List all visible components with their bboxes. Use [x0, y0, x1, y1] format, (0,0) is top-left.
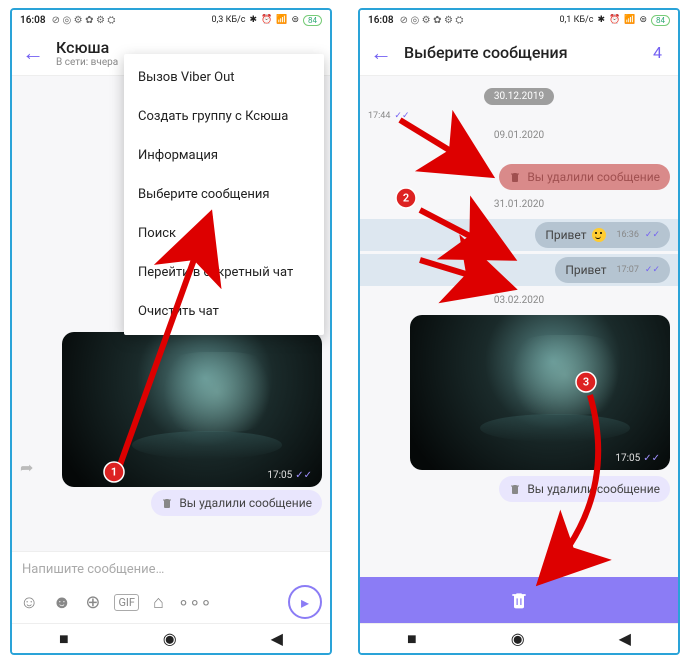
signal-icon: 📶 [276, 15, 287, 25]
date-label: 31.01.2020 [484, 196, 554, 213]
image-time: 17:05✓✓ [615, 453, 660, 464]
message-selected[interactable]: Привет 16:36 ✓✓ [535, 222, 670, 248]
camera-icon[interactable]: ⊕ [85, 592, 100, 613]
wifi-icon: ⊜ [639, 15, 647, 25]
selection-title: Выберите сообщения [404, 43, 568, 62]
msg-meta: 17:44✓✓ [368, 111, 670, 121]
status-time: 16:08 [20, 15, 46, 26]
battery-indicator: 84 [651, 15, 670, 26]
menu-call-viber-out[interactable]: Вызов Viber Out [124, 58, 324, 97]
trash-icon [161, 497, 173, 509]
nav-back[interactable]: ◀ [271, 629, 283, 648]
data-rate: 0,3 КБ/с [211, 15, 245, 25]
data-rate: 0,1 КБ/с [559, 15, 593, 25]
menu-secret-chat[interactable]: Перейти в секретный чат [124, 253, 324, 292]
gif-icon[interactable]: GIF [114, 594, 139, 611]
more-icon[interactable]: ∘∘∘ [178, 592, 212, 613]
share-icon[interactable]: ➦ [20, 458, 33, 477]
selection-count: 4 [653, 43, 668, 62]
nav-bar: ■ ◉ ◀ [360, 623, 678, 653]
wifi-icon: ⊜ [291, 15, 299, 25]
date-chip: 30.12.2019 [484, 88, 554, 105]
bluetooth-icon: ✱ [597, 15, 605, 25]
nav-recents[interactable]: ■ [59, 629, 69, 649]
chat-area: ➦ 17:05✓✓ Вы удалили сообщение [12, 320, 330, 549]
date-label: 09.01.2020 [484, 127, 554, 144]
chat-area: 30.12.2019 17:44✓✓ 09.01.2020 Вы удалили… [360, 76, 678, 577]
alarm-icon: ⏰ [261, 15, 272, 25]
status-icons-left: ⊘ ◎ ⚙ ✿ ⚙ ⛭ [400, 15, 464, 26]
nav-recents[interactable]: ■ [407, 629, 417, 649]
emoji-icon[interactable]: ☻ [52, 592, 71, 613]
message-input[interactable]: Напишите сообщение… [20, 558, 322, 585]
status-icons-left: ⊘ ◎ ⚙ ✿ ⚙ ⛭ [52, 15, 116, 26]
image-message[interactable]: 17:05✓✓ [410, 315, 670, 470]
status-bar: 16:08 ⊘ ◎ ⚙ ✿ ⚙ ⛭ 0,3 КБ/с ✱ ⏰ 📶 ⊜ 84 [12, 10, 330, 30]
deleted-message: Вы удалили сообщение [151, 490, 322, 516]
trash-icon [509, 171, 521, 183]
menu-clear-chat[interactable]: Очистить чат [124, 292, 324, 331]
status-right: 0,3 КБ/с ✱ ⏰ 📶 ⊜ 84 [211, 15, 322, 26]
trash-icon [509, 483, 521, 495]
send-button[interactable]: ▸ [288, 585, 322, 619]
phone-screenshot-right: 16:08 ⊘ ◎ ⚙ ✿ ⚙ ⛭ 0,1 КБ/с ✱ ⏰ 📶 ⊜ 84 ← … [358, 8, 680, 655]
status-right: 0,1 КБ/с ✱ ⏰ 📶 ⊜ 84 [559, 15, 670, 26]
menu-create-group[interactable]: Создать группу с Ксюша [124, 97, 324, 136]
back-button[interactable]: ← [22, 40, 44, 66]
overflow-menu: Вызов Viber Out Создать группу с Ксюша И… [124, 54, 324, 335]
composer: Напишите сообщение… ☺ ☻ ⊕ GIF ⌂ ∘∘∘ ▸ [12, 551, 330, 623]
signal-icon: 📶 [624, 15, 635, 25]
delete-selected-bar[interactable] [360, 577, 678, 623]
phone-screenshot-left: 16:08 ⊘ ◎ ⚙ ✿ ⚙ ⛭ 0,3 КБ/с ✱ ⏰ 📶 ⊜ 84 ← … [10, 8, 332, 655]
nav-bar: ■ ◉ ◀ [12, 623, 330, 653]
deleted-message-selected[interactable]: Вы удалили сообщение [499, 164, 670, 190]
battery-indicator: 84 [303, 15, 322, 26]
status-time: 16:08 [368, 15, 394, 26]
trash-icon [509, 590, 529, 610]
sticker-icon[interactable]: ☺ [20, 592, 38, 613]
nav-home[interactable]: ◉ [163, 629, 177, 648]
nav-back[interactable]: ◀ [619, 629, 631, 648]
menu-search[interactable]: Поиск [124, 214, 324, 253]
nav-home[interactable]: ◉ [511, 629, 525, 648]
message-selected[interactable]: Привет 17:07 ✓✓ [555, 257, 670, 283]
shop-icon[interactable]: ⌂ [153, 592, 164, 613]
back-button[interactable]: ← [370, 40, 392, 66]
alarm-icon: ⏰ [609, 15, 620, 25]
app-header-selection: ← Выберите сообщения 4 [360, 30, 678, 76]
date-label: 03.02.2020 [484, 292, 554, 309]
menu-info[interactable]: Информация [124, 136, 324, 175]
image-time: 17:05✓✓ [267, 470, 312, 481]
deleted-message: Вы удалили сообщение [499, 476, 670, 502]
smile-emoji [592, 228, 606, 242]
image-message[interactable]: 17:05✓✓ [62, 332, 322, 487]
menu-select-messages[interactable]: Выберите сообщения [124, 175, 324, 214]
status-bar: 16:08 ⊘ ◎ ⚙ ✿ ⚙ ⛭ 0,1 КБ/с ✱ ⏰ 📶 ⊜ 84 [360, 10, 678, 30]
bluetooth-icon: ✱ [249, 15, 257, 25]
